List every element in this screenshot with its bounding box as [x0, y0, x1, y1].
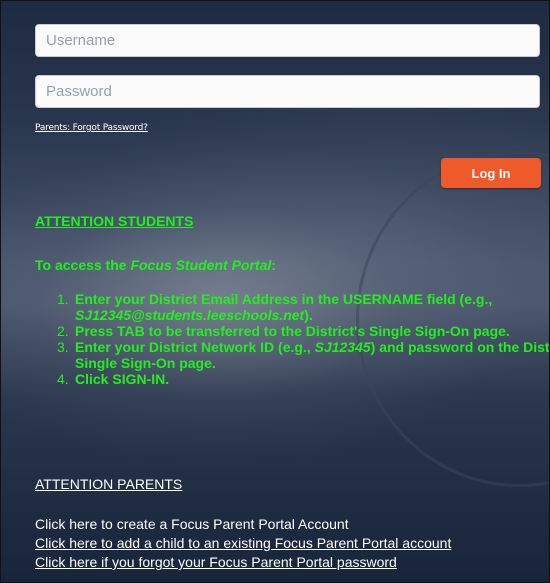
step-text: Enter your District Network ID (e.g., [75, 339, 315, 355]
username-input[interactable] [35, 24, 540, 57]
login-button[interactable]: Log In [441, 158, 541, 188]
forgot-parent-password-link[interactable]: Click here if you forgot your Focus Pare… [35, 554, 397, 570]
step-text-end: ). [304, 307, 313, 323]
student-step-2: 2. Press TAB to be transferred to the Dis… [57, 323, 549, 339]
student-step-4: 4. Click SIGN-IN. [57, 371, 549, 387]
students-intro: To access the Focus Student Portal: [35, 257, 276, 273]
attention-students-heading: ATTENTION STUDENTS [35, 213, 194, 229]
intro-suffix: : [271, 257, 276, 273]
step-number: 4. [57, 371, 69, 387]
login-panel: Parents: Forgot Password? Log In ATTENTI… [1, 1, 549, 582]
step-text: Click SIGN-IN. [75, 371, 170, 387]
step-text: Press TAB to be transferred to the Distr… [75, 323, 510, 339]
step-number: 3. [57, 339, 69, 355]
step-text: Enter your District Email Address in the… [75, 291, 493, 307]
attention-parents-heading: ATTENTION PARENTS [35, 476, 183, 492]
student-step-1: 1. Enter your District Email Address in t… [57, 291, 549, 323]
forgot-password-link[interactable]: Parents: Forgot Password? [35, 123, 148, 133]
step-number: 1. [57, 291, 69, 307]
login-page: Parents: Forgot Password? Log In ATTENTI… [0, 0, 550, 583]
intro-prefix: To access the [35, 257, 131, 273]
step-number: 2. [57, 323, 69, 339]
student-step-3: 3. Enter your District Network ID (e.g., … [57, 339, 549, 371]
student-steps-list: 1. Enter your District Email Address in t… [35, 291, 549, 387]
add-child-link[interactable]: Click here to add a child to an existing… [35, 535, 451, 551]
step-example: SJ12345 [314, 339, 371, 355]
password-input[interactable] [35, 75, 540, 108]
intro-portal-name: Focus Student Portal [130, 257, 272, 273]
create-parent-account-link[interactable]: Click here to create a Focus Parent Port… [35, 516, 349, 532]
step-example: SJ12345@students.leeschools.net [75, 307, 305, 323]
